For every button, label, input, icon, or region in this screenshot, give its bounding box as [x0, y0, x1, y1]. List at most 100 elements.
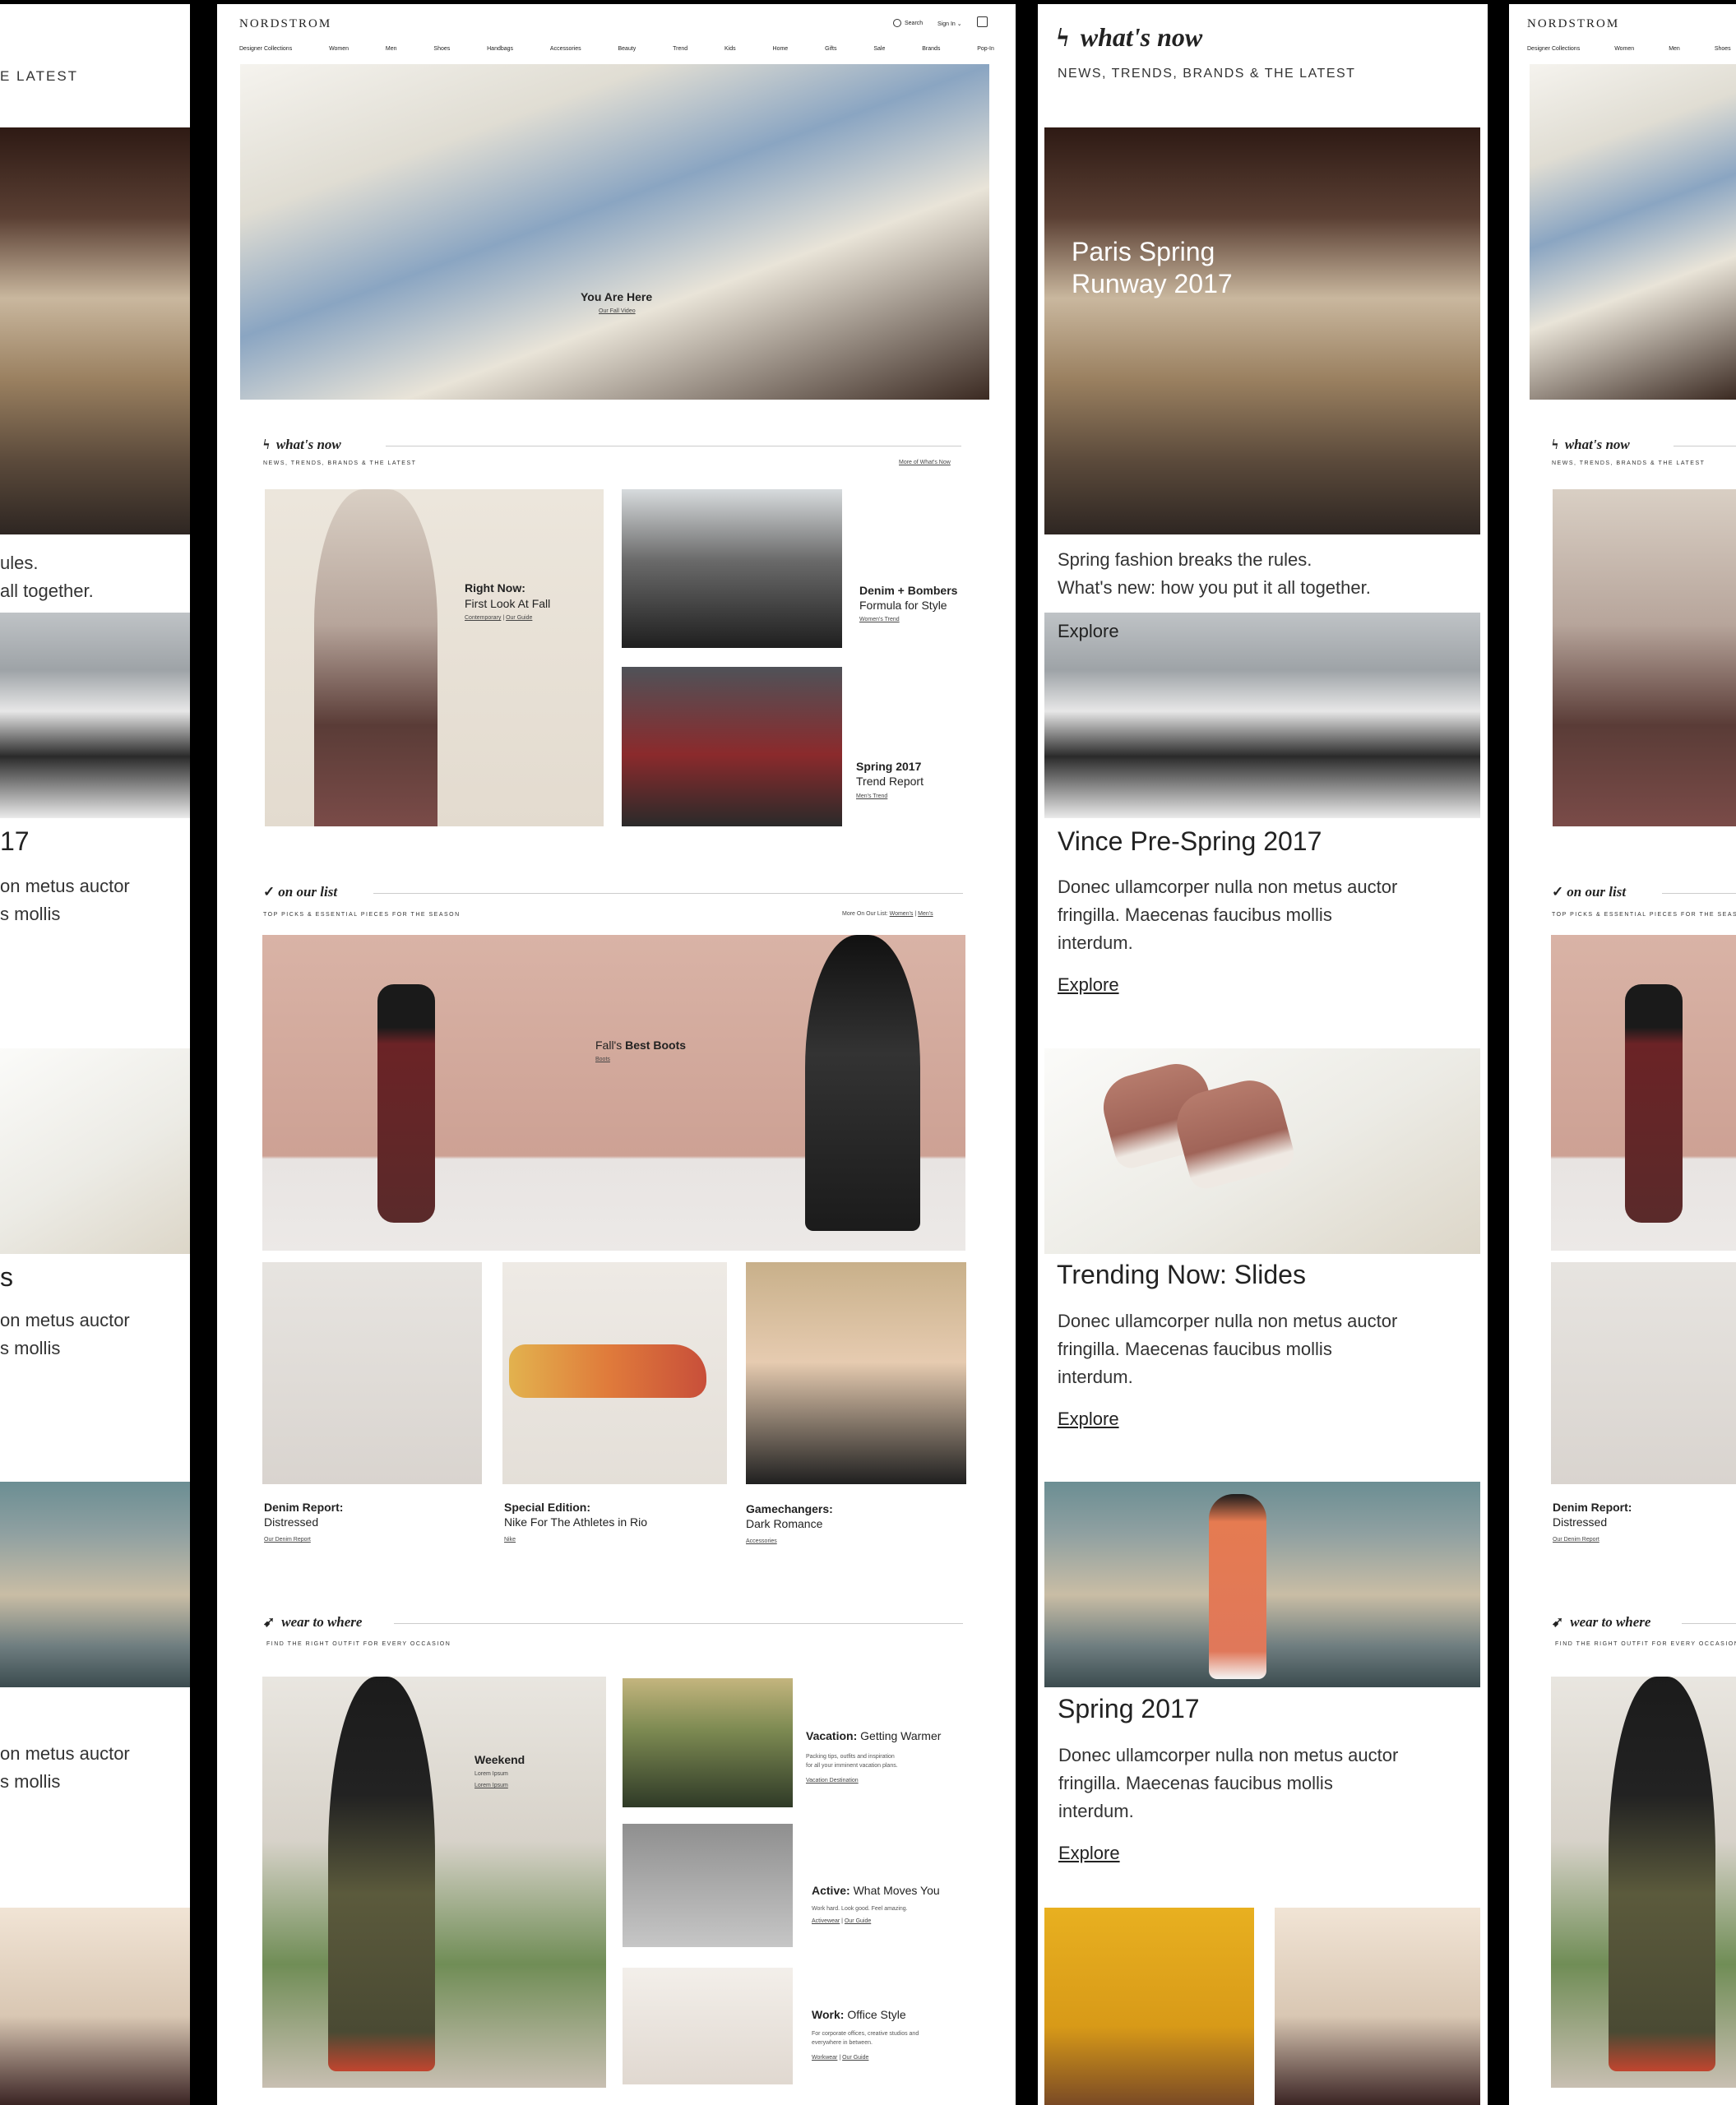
wear-to-where-divider	[394, 1623, 963, 1624]
main-nav: Designer Collections Women Men Shoes Han…	[239, 46, 994, 52]
embroidered-boots-image[interactable]	[1275, 1908, 1480, 2105]
on-our-list-divider	[373, 893, 963, 894]
contemporary-link[interactable]: Contemporary	[465, 615, 501, 621]
chevron-down-icon: ⌄	[956, 21, 962, 27]
on-our-list-title: ✓ on our list	[263, 884, 338, 900]
nav-designer-collections[interactable]: Designer Collections	[239, 46, 292, 52]
article-3-title: Spring 2017	[1058, 1694, 1200, 1723]
whats-now-subtitle: NEWS, TRENDS, BRANDS & THE LATEST	[263, 460, 417, 466]
lightning-icon: ϟ	[1057, 22, 1069, 52]
nav-kids[interactable]: Kids	[724, 46, 736, 52]
weekend-image[interactable]: Weekend Lorem Ipsum Lorem Ipsum	[262, 1677, 606, 2088]
article-3-explore-link[interactable]: Explore	[1058, 1843, 1120, 1864]
article-1-explore-link[interactable]: Explore	[1058, 974, 1119, 996]
womens-trend-link[interactable]: Women's Trend	[859, 617, 900, 622]
denim-bombers-title: Denim + Bombers	[859, 584, 958, 597]
nike-sneaker-image[interactable]	[502, 1262, 727, 1484]
mens-trend-link[interactable]: Men's Trend	[856, 793, 887, 799]
boots-link[interactable]: Boots	[595, 1057, 610, 1062]
vacation-link[interactable]: Vacation Destination	[806, 1778, 859, 1783]
nav-home[interactable]: Home	[773, 46, 789, 52]
article-1-title: Vince Pre-Spring 2017	[1058, 826, 1322, 856]
dark-romance-image[interactable]	[746, 1262, 966, 1484]
nav-beauty[interactable]: Beauty	[618, 46, 637, 52]
nav-accessories[interactable]: Accessories	[550, 46, 581, 52]
womens-list-link[interactable]: Women's	[890, 911, 914, 917]
nike-link[interactable]: Nike	[504, 1537, 516, 1543]
brand-logo[interactable]: NORDSTROM	[239, 17, 331, 31]
on-our-list-subtitle: TOP PICKS & ESSENTIAL PIECES FOR THE SEA…	[263, 912, 461, 918]
left-para-3: on metus auctor	[0, 1310, 130, 1330]
workwear-link[interactable]: Workwear	[812, 2055, 837, 2061]
nav-handbags[interactable]: Handbags	[487, 46, 513, 52]
right-nav-designer: Designer Collections	[1527, 46, 1581, 52]
weekend-title: Weekend	[475, 1753, 525, 1766]
work-desc-2: everywhere in between.	[812, 2040, 873, 2046]
our-guide-link[interactable]: Our Guide	[506, 615, 532, 621]
right-boot-leg	[1625, 984, 1683, 1223]
work-guide-link[interactable]: Our Guide	[842, 2055, 868, 2061]
active-guide-link[interactable]: Our Guide	[845, 1918, 871, 1924]
best-boots-left-leg	[377, 984, 435, 1223]
mens-list-link[interactable]: Men's	[918, 911, 933, 917]
denim-report-image[interactable]	[262, 1262, 482, 1484]
overpass-model	[1209, 1494, 1266, 1679]
nav-sale[interactable]: Sale	[873, 46, 885, 52]
right-brand-logo: NORDSTROM	[1527, 17, 1620, 30]
activewear-link[interactable]: Activewear	[812, 1918, 840, 1924]
whats-now-more-link[interactable]: More of What's Now	[899, 460, 951, 465]
accessories-link[interactable]: Accessories	[746, 1538, 777, 1544]
intro-line-1: Spring fashion breaks the rules.	[1058, 549, 1312, 570]
nav-trend[interactable]: Trend	[673, 46, 687, 52]
active-image[interactable]	[623, 1824, 793, 1947]
hero-image[interactable]: You Are Here Our Fall Video	[240, 64, 989, 400]
nav-men[interactable]: Men	[386, 46, 397, 52]
article-2-explore-link[interactable]: Explore	[1058, 1409, 1119, 1430]
article-1-body-2: fringilla. Maecenas faucibus mollis	[1058, 904, 1332, 925]
nav-shoes[interactable]: Shoes	[433, 46, 450, 52]
vince-image[interactable]	[1044, 613, 1480, 818]
bag-icon[interactable]	[977, 16, 988, 27]
runway-title-1: Paris Spring	[1072, 237, 1215, 266]
paris-runway-image[interactable]: Paris Spring Runway 2017	[1044, 127, 1480, 534]
right-nav-men: Men	[1669, 46, 1680, 52]
denim-report-link[interactable]: Our Denim Report	[264, 1537, 311, 1543]
right-now-image[interactable]: Right Now: First Look At Fall Contempora…	[265, 489, 604, 826]
signin-control[interactable]: Sign In ⌄	[937, 21, 962, 27]
more-prefix: More On Our List:	[842, 911, 888, 917]
work-image[interactable]	[623, 1968, 793, 2084]
nav-women[interactable]: Women	[329, 46, 349, 52]
desktop-panel: NORDSTROM Search Sign In ⌄ Designer Coll…	[217, 4, 1016, 2105]
right-now-card-subtitle: First Look At Fall	[465, 597, 551, 610]
denim-bombers-image[interactable]	[622, 489, 842, 648]
search-control[interactable]: Search	[893, 19, 923, 27]
article-3-body-1: Donec ullamcorper nulla non metus auctor	[1058, 1745, 1399, 1765]
active-desc: Work hard. Look good. Feel amazing.	[812, 1906, 908, 1912]
article-2-body-2: fringilla. Maecenas faucibus mollis	[1058, 1339, 1332, 1359]
spring-trend-image[interactable]	[622, 667, 842, 826]
nav-gifts[interactable]: Gifts	[825, 46, 836, 52]
best-boots-banner[interactable]: Fall's Best Boots Boots	[262, 935, 965, 1251]
weekend-link[interactable]: Lorem Ipsum	[475, 1783, 508, 1788]
sunglasses-image[interactable]	[1044, 1908, 1254, 2105]
right-weekend-model	[1609, 1677, 1715, 2071]
hero-link[interactable]: Our Fall Video	[599, 308, 636, 314]
right-nav-women: Women	[1614, 46, 1635, 52]
whats-now-title: ϟ what's now	[263, 437, 341, 452]
check-icon: ✓	[263, 884, 275, 900]
left-slides-image	[0, 1048, 190, 1254]
left-text-1: ules.	[0, 553, 39, 573]
spring-overpass-image[interactable]	[1044, 1482, 1480, 1687]
nav-pop-in[interactable]: Pop-In	[977, 46, 994, 52]
work-desc-1: For corporate offices, creative studios …	[812, 2031, 919, 2037]
slides-image[interactable]	[1044, 1048, 1480, 1254]
intro-explore-link[interactable]: Explore	[1058, 621, 1119, 642]
work-links: Workwear | Our Guide	[812, 2055, 869, 2061]
nav-brands[interactable]: Brands	[922, 46, 940, 52]
left-heading-num: 17	[0, 826, 30, 856]
article-1-body-3: interdum.	[1058, 932, 1133, 953]
article-2-body-3: interdum.	[1058, 1367, 1133, 1387]
wear-to-where-title: ➹ wear to where	[263, 1614, 363, 1630]
vacation-image[interactable]	[623, 1678, 793, 1807]
right-denim-title: Denim Report:	[1553, 1501, 1632, 1514]
